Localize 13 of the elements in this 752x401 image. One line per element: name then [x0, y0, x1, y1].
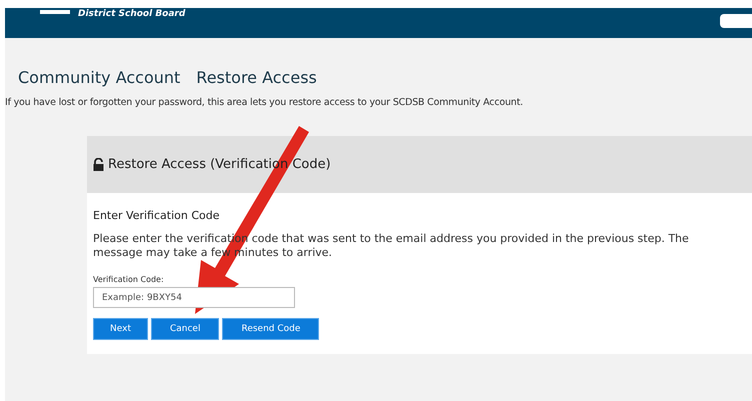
- header-tab[interactable]: [720, 14, 752, 28]
- page-title: Community Account: [18, 68, 180, 87]
- form-button[interactable]: Cancel: [150, 318, 220, 340]
- logo-icon: [40, 10, 70, 14]
- section-title: Enter Verification Code: [93, 209, 220, 222]
- lock-icon: [93, 158, 104, 171]
- verification-code-field[interactable]: Example: 9BXY54: [93, 287, 295, 308]
- field-label: Verification Code:: [93, 275, 165, 284]
- intro-text: If you have lost or forgotten your password, this area lets you restore access to your SCDSB Community Account.: [5, 97, 524, 108]
- form-button[interactable]: Resend Code: [222, 318, 320, 340]
- org-name: District School Board: [78, 9, 186, 19]
- form-button[interactable]: Next: [93, 318, 148, 340]
- page-title: Restore Access: [196, 68, 317, 87]
